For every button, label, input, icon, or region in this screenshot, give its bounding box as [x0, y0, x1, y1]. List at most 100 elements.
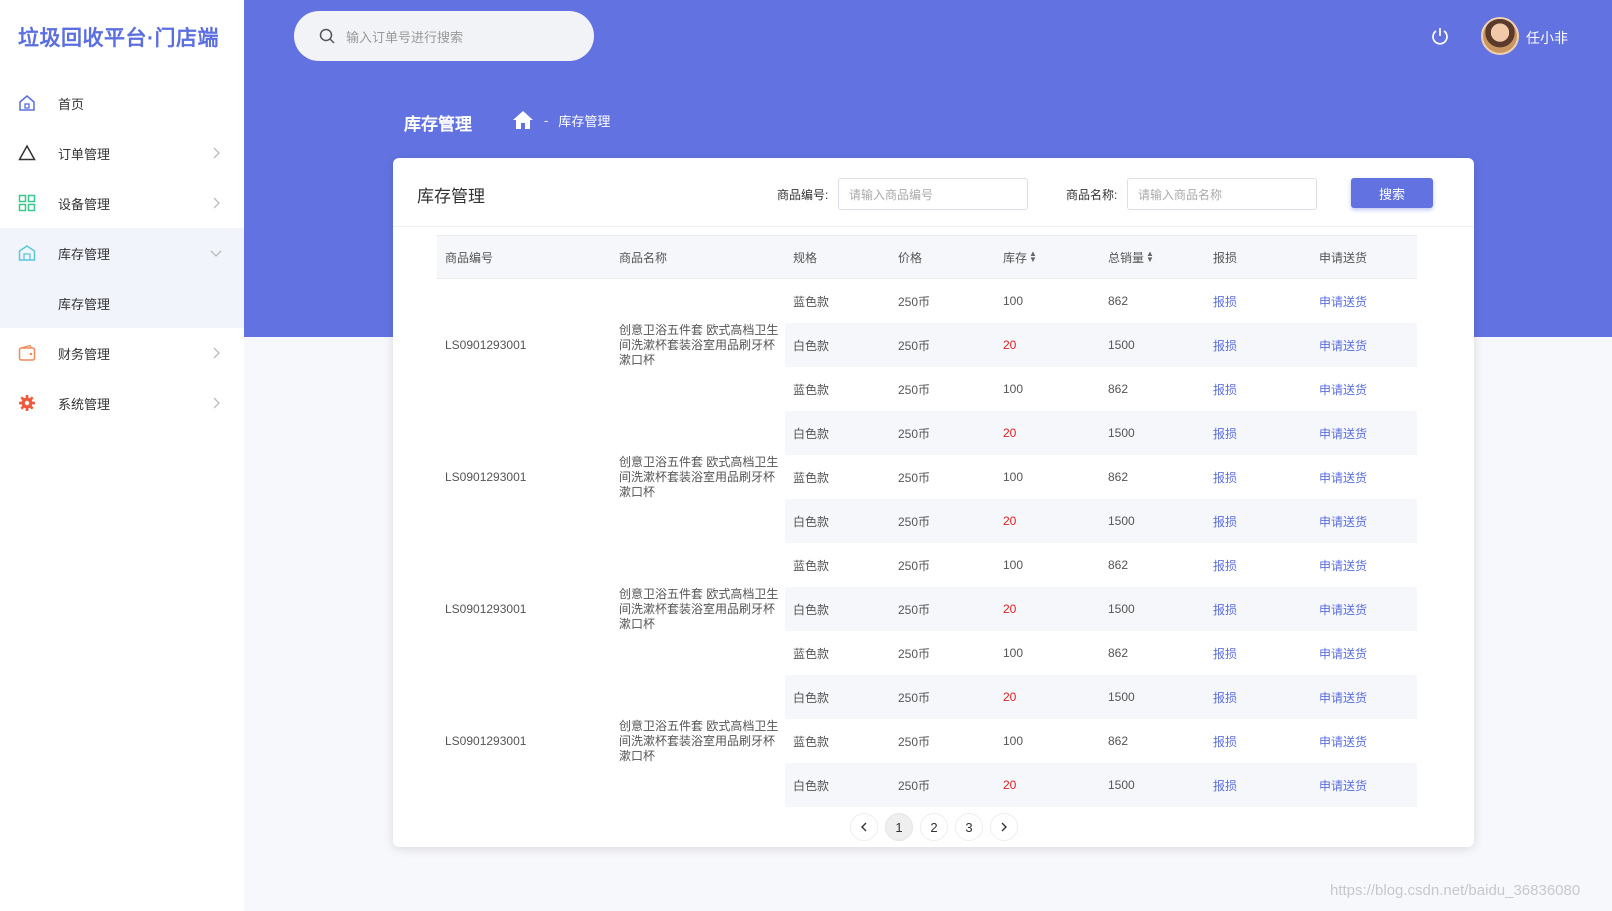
next-page-button[interactable]: [990, 813, 1018, 841]
cell-sales: 862: [1108, 470, 1129, 484]
order-search-input[interactable]: 输入订单号进行搜索: [294, 11, 594, 61]
cell-price: 250币: [898, 470, 931, 485]
report-damage-link[interactable]: 报损: [1213, 337, 1237, 354]
sidebar-subitem-inventory[interactable]: 库存管理: [0, 278, 244, 328]
report-damage-link[interactable]: 报损: [1213, 601, 1237, 618]
table-row: 蓝色款 250币 100 862 报损 申请送货: [785, 543, 1417, 587]
table-row: 蓝色款 250币 100 862 报损 申请送货: [785, 367, 1417, 411]
table-row: 白色款 250币 20 1500 报损 申请送货: [785, 499, 1417, 543]
search-icon: [319, 28, 335, 44]
col-header: 价格: [898, 250, 923, 265]
page-button-2[interactable]: 2: [920, 813, 948, 841]
request-delivery-link[interactable]: 申请送货: [1319, 733, 1367, 750]
table-row: 蓝色款 250币 100 862 报损 申请送货: [785, 455, 1417, 499]
request-delivery-link[interactable]: 申请送货: [1319, 777, 1367, 794]
request-delivery-link[interactable]: 申请送货: [1319, 557, 1367, 574]
sidebar-item-devices[interactable]: 设备管理: [0, 178, 244, 228]
chevron-right-icon: [213, 397, 220, 409]
request-delivery-link[interactable]: 申请送货: [1319, 689, 1367, 706]
cell-stock: 20: [1003, 690, 1017, 704]
sidebar-item-inventory[interactable]: 库存管理: [0, 228, 244, 278]
chevron-left-icon: [861, 822, 867, 832]
request-delivery-link[interactable]: 申请送货: [1319, 645, 1367, 662]
cell-sales: 862: [1108, 646, 1129, 660]
request-delivery-link[interactable]: 申请送货: [1319, 513, 1367, 530]
table-row: 蓝色款 250币 100 862 报损 申请送货: [785, 719, 1417, 763]
cell-spec: 蓝色款: [793, 646, 830, 661]
page-button-3[interactable]: 3: [955, 813, 983, 841]
product-code: LS0901293001: [445, 602, 527, 616]
chevron-right-icon: [213, 197, 220, 209]
chevron-down-icon: [210, 250, 222, 257]
warehouse-icon: [18, 244, 36, 262]
col-header: 商品编号: [445, 250, 494, 265]
cell-spec: 蓝色款: [793, 558, 830, 573]
search-placeholder: 输入订单号进行搜索: [346, 29, 464, 45]
table-row: 白色款 250币 20 1500 报损 申请送货: [785, 675, 1417, 719]
power-icon[interactable]: [1430, 26, 1450, 46]
cell-stock: 100: [1003, 734, 1024, 748]
cell-stock: 100: [1003, 470, 1024, 484]
cell-sales: 862: [1108, 382, 1129, 396]
cell-sales: 1500: [1108, 602, 1135, 616]
report-damage-link[interactable]: 报损: [1213, 469, 1237, 486]
cell-price: 250币: [898, 338, 931, 353]
avatar[interactable]: [1481, 17, 1519, 55]
watermark: https://blog.csdn.net/baidu_36836080: [1330, 882, 1581, 899]
report-damage-link[interactable]: 报损: [1213, 425, 1237, 442]
report-damage-link[interactable]: 报损: [1213, 733, 1237, 750]
prev-page-button[interactable]: [850, 813, 878, 841]
product-name: 创意卫浴五件套 欧式高档卫生间洗漱杯套装浴室用品刷牙杯漱口杯: [619, 454, 779, 499]
card-divider: [393, 226, 1474, 227]
sidebar-item-home[interactable]: 首页: [0, 78, 244, 128]
triangle-icon: [18, 144, 36, 162]
cell-spec: 白色款: [793, 514, 830, 529]
search-button[interactable]: 搜索: [1351, 178, 1433, 208]
table-row-group: LS0901293001 创意卫浴五件套 欧式高档卫生间洗漱杯套装浴室用品刷牙杯漱…: [437, 675, 1417, 807]
cell-price: 250币: [898, 426, 931, 441]
product-name-input[interactable]: 请输入商品名称: [1127, 178, 1317, 210]
product-code-placeholder: 请输入商品编号: [849, 187, 934, 202]
report-damage-link[interactable]: 报损: [1213, 293, 1237, 310]
request-delivery-link[interactable]: 申请送货: [1319, 293, 1367, 310]
breadcrumb: - 库存管理: [512, 110, 610, 130]
chevron-right-icon: [213, 347, 220, 359]
request-delivery-link[interactable]: 申请送货: [1319, 469, 1367, 486]
cell-spec: 蓝色款: [793, 382, 830, 397]
report-damage-link[interactable]: 报损: [1213, 645, 1237, 662]
product-name-placeholder: 请输入商品名称: [1138, 187, 1223, 202]
cell-stock: 100: [1003, 382, 1024, 396]
cell-stock: 20: [1003, 778, 1017, 792]
col-header: 商品名称: [619, 250, 668, 265]
sidebar-item-orders[interactable]: 订单管理: [0, 128, 244, 178]
table-row: 白色款 250币 20 1500 报损 申请送货: [785, 587, 1417, 631]
chevron-right-icon: [1001, 822, 1007, 832]
request-delivery-link[interactable]: 申请送货: [1319, 381, 1367, 398]
user-name[interactable]: 任小非: [1526, 28, 1568, 48]
request-delivery-link[interactable]: 申请送货: [1319, 337, 1367, 354]
cell-stock: 100: [1003, 646, 1024, 660]
report-damage-link[interactable]: 报损: [1213, 557, 1237, 574]
product-code: LS0901293001: [445, 734, 527, 748]
request-delivery-link[interactable]: 申请送货: [1319, 425, 1367, 442]
home-icon[interactable]: [512, 110, 534, 130]
sort-icon: ▲ ▼: [1146, 249, 1154, 264]
cell-sales: 862: [1108, 294, 1129, 308]
col-header-stock[interactable]: 库存 ▲ ▼: [1003, 249, 1037, 266]
report-damage-link[interactable]: 报损: [1213, 689, 1237, 706]
product-name: 创意卫浴五件套 欧式高档卫生间洗漱杯套装浴室用品刷牙杯漱口杯: [619, 718, 779, 763]
cell-spec: 蓝色款: [793, 470, 830, 485]
product-code-input[interactable]: 请输入商品编号: [838, 178, 1028, 210]
report-damage-link[interactable]: 报损: [1213, 381, 1237, 398]
sidebar-item-finance[interactable]: 财务管理: [0, 328, 244, 378]
request-delivery-link[interactable]: 申请送货: [1319, 601, 1367, 618]
col-header-sales[interactable]: 总销量 ▲ ▼: [1108, 249, 1154, 266]
page-button-1[interactable]: 1: [885, 813, 913, 841]
cell-price: 250币: [898, 646, 931, 661]
sidebar-item-system[interactable]: 系统管理: [0, 378, 244, 428]
table-body: LS0901293001 创意卫浴五件套 欧式高档卫生间洗漱杯套装浴室用品刷牙杯漱…: [437, 279, 1417, 807]
cell-price: 250币: [898, 734, 931, 749]
report-damage-link[interactable]: 报损: [1213, 777, 1237, 794]
product-name: 创意卫浴五件套 欧式高档卫生间洗漱杯套装浴室用品刷牙杯漱口杯: [619, 322, 779, 367]
report-damage-link[interactable]: 报损: [1213, 513, 1237, 530]
